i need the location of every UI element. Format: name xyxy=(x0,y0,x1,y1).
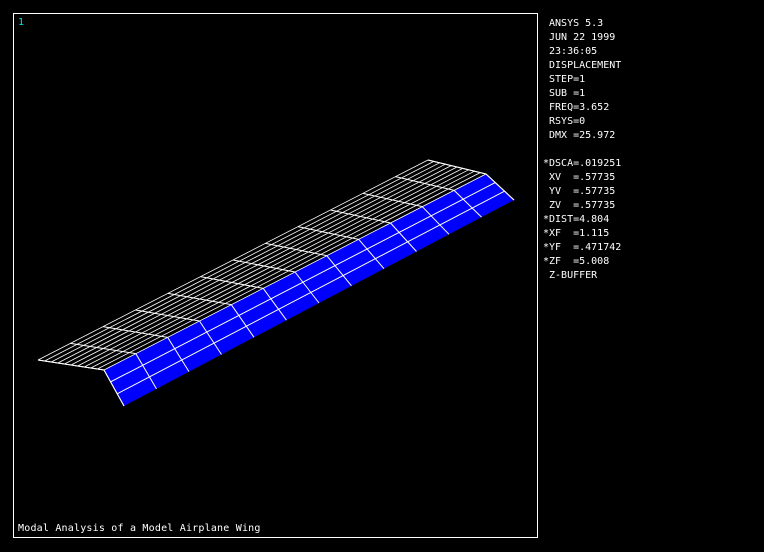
info-line: DMX =25.972 xyxy=(543,130,616,141)
mesh-span-line xyxy=(90,170,475,369)
info-block-status: ANSYS 5.3 JUN 22 1999 23:36:05 DISPLACEM… xyxy=(543,17,621,143)
info-line: *XF =1.115 xyxy=(543,228,610,239)
info-line: YV =.57735 xyxy=(543,186,616,197)
info-line: ANSYS 5.3 xyxy=(543,18,604,29)
info-line: DISPLACEMENT xyxy=(543,60,622,71)
mesh-span-line xyxy=(77,168,463,367)
info-line: 23:36:05 xyxy=(543,46,598,57)
mesh-span-line xyxy=(97,172,481,370)
info-line: Z-BUFFER xyxy=(543,270,598,281)
info-line: *ZF =5.008 xyxy=(543,256,610,267)
info-line: *DSCA=.019251 xyxy=(543,158,622,169)
info-line: STEP=1 xyxy=(543,74,586,85)
info-line: SUB =1 xyxy=(543,88,586,99)
graphics-viewport[interactable]: 1 Modal Analysis of a Model Airplane Win… xyxy=(13,13,538,538)
info-line: ZV =.57735 xyxy=(543,200,616,211)
wing-mesh-model xyxy=(37,159,515,407)
mesh-span-line xyxy=(110,182,496,383)
info-line: JUN 22 1999 xyxy=(543,32,616,43)
info-line: XV =.57735 xyxy=(543,172,616,183)
plot-caption: Modal Analysis of a Model Airplane Wing xyxy=(18,523,261,534)
mesh-span-line xyxy=(70,166,458,366)
info-panel: ANSYS 5.3 JUN 22 1999 23:36:05 DISPLACEM… xyxy=(543,17,621,283)
info-line: RSYS=0 xyxy=(543,116,586,127)
mesh-span-line xyxy=(84,169,469,368)
info-line: *DIST=4.804 xyxy=(543,214,610,225)
info-line: *YF =.471742 xyxy=(543,242,622,253)
info-block-view: *DSCA=.019251 XV =.57735 YV =.57735 ZV =… xyxy=(543,157,621,283)
info-line: FREQ=3.652 xyxy=(543,102,610,113)
mesh-span-line xyxy=(103,173,487,371)
